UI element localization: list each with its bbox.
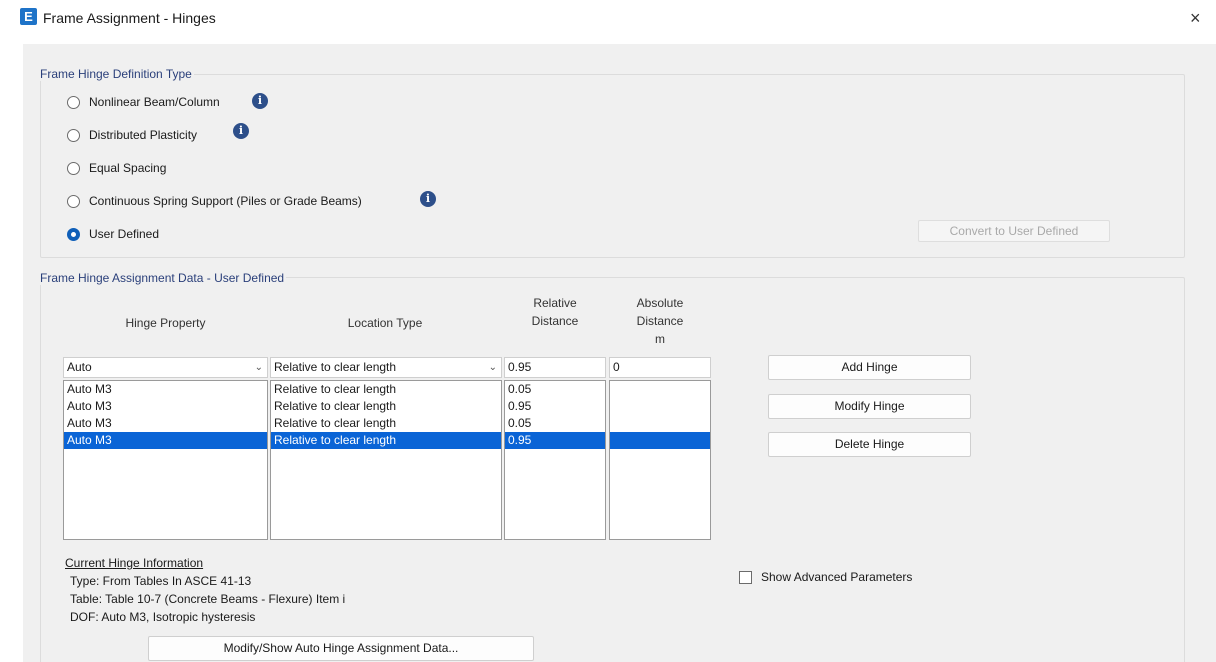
info-icon[interactable]: i	[233, 123, 249, 139]
delete-hinge-button[interactable]: Delete Hinge	[768, 432, 971, 457]
add-hinge-button[interactable]: Add Hinge	[768, 355, 971, 380]
radio-button-checked[interactable]	[67, 227, 80, 241]
radio-button[interactable]	[67, 194, 80, 208]
convert-to-user-defined-button[interactable]: Convert to User Defined	[918, 220, 1110, 242]
info-icon[interactable]: i	[420, 191, 436, 207]
list-item[interactable]: 0.95	[505, 398, 605, 415]
list-item[interactable]: 0.05	[505, 381, 605, 398]
absolute-distance-list[interactable]	[609, 380, 711, 540]
modify-hinge-button[interactable]: Modify Hinge	[768, 394, 971, 419]
radio-label: Continuous Spring Support (Piles or Grad…	[89, 194, 362, 208]
radio-user-defined[interactable]: User Defined	[67, 227, 159, 241]
close-icon[interactable]: ×	[1190, 9, 1201, 27]
show-advanced-parameters-checkbox[interactable]: Show Advanced Parameters	[739, 570, 912, 584]
radio-continuous-spring-support[interactable]: Continuous Spring Support (Piles or Grad…	[67, 194, 362, 208]
list-item[interactable]: Auto M3	[64, 398, 267, 415]
radio-label: Equal Spacing	[89, 161, 167, 175]
chevron-down-icon: ⌄	[488, 362, 497, 373]
list-item[interactable]: 0.05	[505, 415, 605, 432]
header-location-type: Location Type	[347, 316, 423, 330]
hinge-type-text: Type: From Tables In ASCE 41-13	[70, 574, 252, 588]
radio-label: Nonlinear Beam/Column	[89, 95, 220, 109]
hinge-property-value: Auto	[67, 360, 92, 374]
list-item[interactable]: Relative to clear length	[271, 381, 501, 398]
list-item-selected[interactable]: Auto M3	[64, 432, 267, 449]
radio-label: User Defined	[89, 227, 160, 241]
assignment-data-group-title: Frame Hinge Assignment Data - User Defin…	[38, 271, 287, 285]
radio-button[interactable]	[67, 128, 80, 142]
location-type-value: Relative to clear length	[274, 360, 397, 374]
dialog-body: Frame Hinge Definition Type Nonlinear Be…	[23, 44, 1216, 662]
relative-distance-list[interactable]: 0.05 0.95 0.05 0.95	[504, 380, 606, 540]
list-item-selected[interactable]: 0.95	[505, 432, 605, 449]
list-item[interactable]: Auto M3	[64, 415, 267, 432]
absolute-distance-input[interactable]: 0	[609, 357, 711, 378]
header-absolute-distance: Absolute Distance m	[636, 296, 684, 346]
list-item[interactable]	[610, 381, 710, 398]
list-item[interactable]: Auto M3	[64, 381, 267, 398]
hinge-dof-text: DOF: Auto M3, Isotropic hysteresis	[70, 610, 256, 624]
radio-equal-spacing[interactable]: Equal Spacing	[67, 161, 166, 175]
location-type-list[interactable]: Relative to clear length Relative to cle…	[270, 380, 502, 540]
modify-show-auto-hinge-button[interactable]: Modify/Show Auto Hinge Assignment Data..…	[148, 636, 534, 661]
current-hinge-info: Current Hinge Information Type: From Tab…	[65, 554, 345, 626]
list-item[interactable]: Relative to clear length	[271, 398, 501, 415]
header-relative-distance: Relative Distance	[531, 296, 579, 328]
list-item-selected[interactable]: Relative to clear length	[271, 432, 501, 449]
current-hinge-info-heading: Current Hinge Information	[65, 556, 204, 570]
hinge-property-list[interactable]: Auto M3 Auto M3 Auto M3 Auto M3	[63, 380, 268, 540]
relative-distance-input[interactable]: 0.95	[504, 357, 606, 378]
radio-button[interactable]	[67, 95, 80, 109]
hinge-table-text: Table: Table 10-7 (Concrete Beams - Flex…	[70, 592, 346, 606]
chevron-down-icon: ⌄	[254, 362, 263, 373]
title-bar: E Frame Assignment - Hinges ×	[0, 0, 1216, 44]
checkbox-label: Show Advanced Parameters	[761, 570, 913, 584]
checkbox[interactable]	[739, 570, 752, 584]
radio-distributed-plasticity[interactable]: Distributed Plasticity	[67, 128, 197, 142]
radio-label: Distributed Plasticity	[89, 128, 198, 142]
list-item[interactable]	[610, 415, 710, 432]
definition-type-group-title: Frame Hinge Definition Type	[38, 67, 194, 81]
radio-button[interactable]	[67, 161, 80, 175]
list-item-selected[interactable]	[610, 432, 710, 449]
header-hinge-property: Hinge Property	[125, 316, 206, 330]
hinge-property-dropdown[interactable]: Auto ⌄	[63, 357, 268, 378]
location-type-dropdown[interactable]: Relative to clear length ⌄	[270, 357, 502, 378]
window-title: Frame Assignment - Hinges	[43, 10, 216, 26]
list-item[interactable]	[610, 398, 710, 415]
list-item[interactable]: Relative to clear length	[271, 415, 501, 432]
app-icon: E	[20, 8, 37, 25]
radio-nonlinear-beam-column[interactable]: Nonlinear Beam/Column	[67, 95, 220, 109]
info-icon[interactable]: i	[252, 93, 268, 109]
